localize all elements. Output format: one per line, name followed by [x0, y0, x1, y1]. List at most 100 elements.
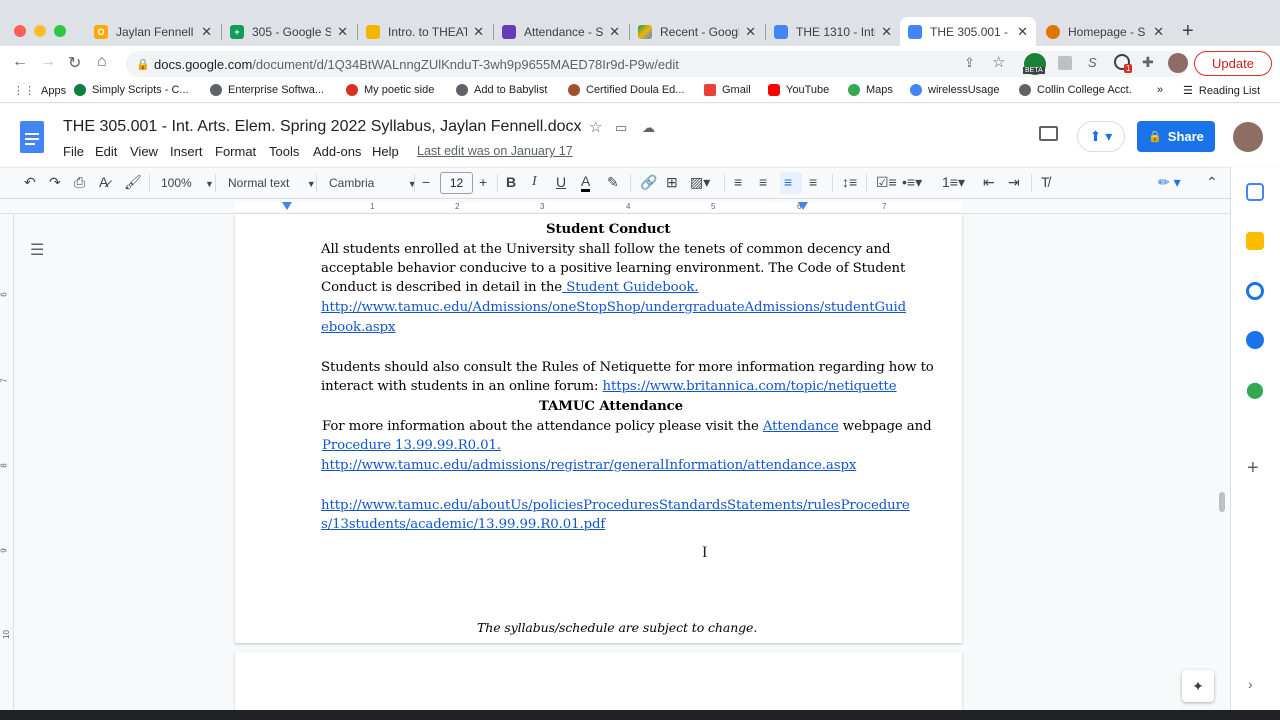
increase-font-size-icon[interactable]: + [479, 174, 487, 190]
browser-tab[interactable]: O Jaylan Fennell - ✕ [86, 17, 220, 46]
close-tab-icon[interactable]: ✕ [609, 24, 620, 40]
decrease-font-size-icon[interactable]: − [422, 174, 430, 190]
browser-tab-active[interactable]: THE 305.001 - ✕ [900, 17, 1036, 46]
bookmark-item[interactable]: Maps [848, 84, 893, 96]
explore-button[interactable]: ✦ [1182, 670, 1214, 702]
puzzle-extensions-icon[interactable]: ✚ [1142, 54, 1154, 71]
menu-view[interactable]: View [130, 144, 158, 159]
numbered-list-icon[interactable]: 1≡▾ [942, 174, 965, 191]
add-addon-icon[interactable]: + [1247, 457, 1259, 480]
profile-avatar[interactable] [1168, 53, 1188, 73]
insert-comment-icon[interactable]: ⊞ [666, 174, 678, 191]
docs-home-icon[interactable] [20, 121, 44, 153]
insert-link-icon[interactable]: 🔗 [640, 174, 657, 191]
italic-icon[interactable]: I [532, 174, 537, 190]
close-tab-icon[interactable]: ✕ [1017, 24, 1028, 40]
align-right-icon[interactable]: ≡ [784, 174, 792, 190]
bookmark-item[interactable]: YouTube [768, 84, 829, 96]
close-tab-icon[interactable]: ✕ [1153, 24, 1164, 40]
comments-icon[interactable] [1039, 126, 1058, 141]
extension-s-icon[interactable]: S [1088, 55, 1097, 70]
menu-tools[interactable]: Tools [269, 144, 299, 159]
browser-tab[interactable]: Attendance - S ✕ [494, 17, 628, 46]
bookmark-item[interactable]: My poetic side [346, 84, 434, 96]
present-button[interactable]: ⬆ ▾ [1077, 121, 1125, 152]
share-button[interactable]: 🔒 Share [1137, 121, 1215, 152]
decrease-indent-icon[interactable]: ⇤ [983, 174, 995, 191]
calendar-icon[interactable] [1246, 183, 1264, 201]
student-guidebook-link[interactable]: Student Guidebook. [562, 280, 698, 295]
bulleted-list-icon[interactable]: •≡▾ [902, 174, 922, 191]
close-tab-icon[interactable]: ✕ [881, 24, 892, 40]
back-icon[interactable]: ← [12, 53, 28, 71]
close-tab-icon[interactable]: ✕ [337, 24, 348, 40]
bookmark-item[interactable]: Certified Doula Ed... [568, 84, 684, 96]
keep-icon[interactable] [1246, 232, 1264, 250]
forward-icon[interactable]: → [40, 53, 56, 71]
update-button[interactable]: Update [1194, 51, 1272, 76]
menu-format[interactable]: Format [215, 144, 256, 159]
checklist-icon[interactable]: ☑≡ [876, 174, 897, 191]
insert-image-icon[interactable]: ▨▾ [690, 174, 710, 191]
reload-icon[interactable]: ↻ [68, 53, 81, 73]
bookmark-item[interactable]: Enterprise Softwa... [210, 84, 324, 96]
scrollbar-thumb[interactable] [1219, 492, 1225, 512]
redo-icon[interactable]: ↷ [49, 174, 61, 191]
underline-icon[interactable]: U [556, 174, 566, 190]
increase-indent-icon[interactable]: ⇥ [1008, 174, 1020, 191]
contacts-icon[interactable] [1246, 331, 1264, 349]
procedure-url-link[interactable]: s/13students/academic/13.99.99.R0.01.pdf [321, 517, 605, 532]
bookmark-item[interactable]: Collin College Acct. [1019, 84, 1132, 96]
zoom-select[interactable]: 100% ▼ [161, 176, 214, 190]
bookmark-item[interactable]: Simply Scripts - C... [74, 84, 189, 96]
share-page-icon[interactable]: ⇪ [964, 55, 975, 71]
attendance-link[interactable]: Attendance [763, 419, 839, 434]
bookmark-item[interactable]: Gmail [704, 84, 751, 96]
window-zoom-button[interactable] [54, 25, 66, 37]
browser-tab[interactable]: Homepage - S ✕ [1038, 17, 1172, 46]
print-icon[interactable]: ⎙ [74, 174, 85, 191]
bookmarks-overflow-button[interactable]: » [1157, 84, 1163, 96]
home-icon[interactable]: ⌂ [97, 53, 107, 71]
bookmark-item[interactable]: Add to Babylist [456, 84, 547, 96]
highlight-icon[interactable]: ✎ [607, 174, 619, 191]
menu-file[interactable]: File [63, 144, 84, 159]
document-page[interactable] [235, 652, 962, 712]
new-tab-icon[interactable]: + [1182, 20, 1194, 43]
line-spacing-icon[interactable]: ↕≡ [842, 174, 857, 190]
undo-icon[interactable]: ↶ [24, 174, 36, 191]
procedure-link[interactable]: Procedure 13.99.99.R0.01. [322, 438, 501, 453]
bookmark-item[interactable]: wirelessUsage [910, 84, 1000, 96]
justify-icon[interactable]: ≡ [809, 174, 817, 190]
move-folder-icon[interactable]: ▭ [615, 120, 627, 136]
star-icon[interactable]: ☆ [589, 118, 602, 136]
browser-tab[interactable]: Recent - Googl ✕ [630, 17, 764, 46]
font-select[interactable]: Cambria ▼ [329, 176, 417, 190]
align-center-icon[interactable]: ≡ [759, 174, 767, 190]
close-tab-icon[interactable]: ✕ [201, 24, 212, 40]
document-outline-icon[interactable]: ☰ [30, 240, 44, 260]
bookmark-apps[interactable]: ⋮⋮ Apps [13, 84, 66, 98]
close-tab-icon[interactable]: ✕ [473, 24, 484, 40]
menu-insert[interactable]: Insert [170, 144, 203, 159]
attendance-url-link[interactable]: http://www.tamuc.edu/admissions/registra… [321, 458, 856, 473]
font-size-input[interactable]: 12 [440, 172, 473, 194]
last-edit-link[interactable]: Last edit was on January 17 [417, 144, 573, 158]
procedure-url-link[interactable]: http://www.tamuc.edu/aboutUs/policiesPro… [321, 498, 910, 513]
menu-edit[interactable]: Edit [95, 144, 117, 159]
editing-mode-icon[interactable]: ✏ ▾ [1158, 174, 1181, 191]
maps-pin-icon[interactable]: ⬤ [1246, 380, 1264, 399]
clear-formatting-icon[interactable]: T̸ [1041, 174, 1050, 190]
expand-panel-icon[interactable]: › [1248, 676, 1253, 692]
bookmark-star-icon[interactable]: ☆ [992, 53, 1005, 71]
browser-tab[interactable]: Intro. to THEAT ✕ [358, 17, 492, 46]
text-color-icon[interactable]: A [581, 174, 591, 192]
close-tab-icon[interactable]: ✕ [745, 24, 756, 40]
align-left-icon[interactable]: ≡ [734, 174, 742, 190]
paint-format-icon[interactable]: 🖌 [124, 174, 142, 191]
menu-help[interactable]: Help [372, 144, 399, 159]
tasks-icon[interactable] [1246, 282, 1264, 300]
bold-icon[interactable]: B [506, 174, 516, 190]
guidebook-url-link[interactable]: ebook.aspx [321, 320, 396, 335]
extension-icon[interactable] [1058, 56, 1072, 70]
